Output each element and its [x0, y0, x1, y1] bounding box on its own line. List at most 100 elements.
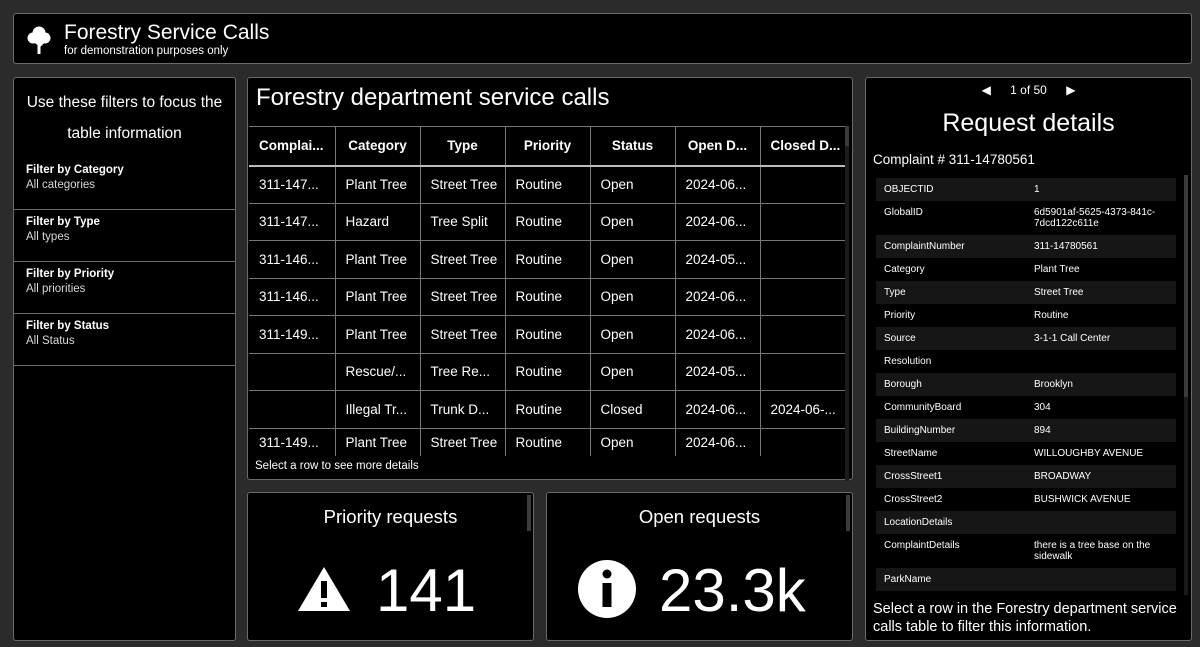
table-cell [759, 203, 849, 241]
attribute-row: LocationDetails [876, 511, 1176, 534]
table-cell: 2024-06-... [759, 390, 849, 429]
table-row[interactable]: Rescue/... Tree Re... Routine Open 2024-05..… [249, 353, 849, 391]
table-row[interactable]: 311-149... Plant Tree Street Tree Routine Op… [249, 428, 849, 456]
attribute-key: Category [884, 264, 925, 275]
attribute-value: Routine [1034, 310, 1069, 321]
details-scrollbar-thumb[interactable] [1184, 175, 1188, 397]
attribute-key: LocationDetails [884, 517, 953, 528]
table-cell: Tree Split [419, 203, 505, 241]
table-cell: Plant Tree [334, 240, 420, 279]
details-footer-hint: Select a row in the Forestry department … [873, 601, 1177, 635]
table-cell: Open [589, 315, 675, 354]
table-cell: Routine [504, 203, 590, 241]
table-cell: 2024-06... [674, 165, 760, 204]
column-header-type[interactable]: Type [419, 126, 505, 167]
table-row[interactable]: Illegal Tr... Trunk D... Routine Closed 2024… [249, 390, 849, 429]
table-cell: Routine [504, 240, 590, 279]
table-cell [759, 278, 849, 316]
table-cell: 311-147... [249, 165, 335, 204]
priority-requests-card: Priority requests 141 [247, 492, 534, 641]
attribute-value: 3-1-1 Call Center [1034, 333, 1111, 344]
table-cell: Open [589, 203, 675, 241]
pager: ◀ 1 of 50 ▶ [866, 83, 1191, 97]
details-scrollbar[interactable] [1184, 175, 1188, 595]
attribute-row: Category Plant Tree [876, 258, 1176, 281]
table-cell: Street Tree [419, 428, 505, 456]
column-header-closed-date[interactable]: Closed D... [759, 126, 849, 167]
table-cell: Closed [589, 390, 675, 429]
open-requests-card: Open requests 23.3k [546, 492, 853, 641]
filter-category-value[interactable]: All categories [26, 179, 223, 191]
filter-priority-value[interactable]: All priorities [26, 283, 223, 295]
filter-category-label: Filter by Category [26, 164, 124, 176]
attribute-key: StreetName [884, 448, 938, 459]
attribute-row: OBJECTID 1 [876, 178, 1176, 201]
table-cell: Plant Tree [334, 278, 420, 316]
table-cell: Open [589, 240, 675, 279]
pager-label: 1 of 50 [1010, 83, 1047, 97]
filters-panel: Use these filters to focus the table inf… [13, 77, 236, 641]
service-calls-table: Complai... Category Type Priority Status… [249, 126, 849, 456]
filter-type-value[interactable]: All types [26, 231, 223, 243]
priority-card-scrollbar[interactable] [527, 495, 531, 531]
table-row[interactable]: 311-147... Hazard Tree Split Routine Open 202… [249, 203, 849, 241]
filter-status-value[interactable]: All Status [26, 335, 223, 347]
attribute-key: Source [884, 333, 916, 344]
table-scrollbar-thumb[interactable] [845, 126, 849, 146]
filter-priority[interactable]: Filter by Priority All priorities [14, 262, 235, 314]
table-cell: Rescue/... [334, 353, 420, 391]
column-header-category[interactable]: Category [334, 126, 420, 167]
filters-intro: Use these filters to focus the table inf… [26, 94, 223, 142]
attribute-row: BuildingNumber 894 [876, 419, 1176, 442]
attribute-row: GlobalID 6d5901af-5625-4373-841c-7dcd122c… [876, 201, 1176, 235]
attribute-row: CrossStreet2 BUSHWICK AVENUE [876, 488, 1176, 511]
attribute-value: Street Tree [1034, 287, 1084, 298]
table-row[interactable]: 311-147... Plant Tree Street Tree Routine Op… [249, 165, 849, 204]
attribute-row: StreetName WILLOUGHBY AVENUE [876, 442, 1176, 465]
details-subtitle: Complaint # 311-14780561 [873, 152, 1035, 167]
open-requests-title: Open requests [638, 506, 761, 527]
table-cell [249, 353, 335, 391]
attribute-list: OBJECTID 1 GlobalID 6d5901af-5625-4373-841c… [876, 178, 1176, 593]
attribute-value [1034, 517, 1168, 528]
filter-type-label: Filter by Type [26, 216, 100, 228]
filter-category[interactable]: Filter by Category All categories [14, 158, 235, 210]
table-footer-hint: Select a row to see more details [255, 460, 419, 472]
attribute-value: WILLOUGHBY AVENUE [1034, 448, 1144, 459]
table-cell: Open [589, 353, 675, 391]
table-row[interactable]: 311-146... Plant Tree Street Tree Routine Op… [249, 240, 849, 279]
next-page-icon[interactable]: ▶ [1066, 83, 1075, 97]
filter-status[interactable]: Filter by Status All Status [14, 314, 235, 366]
table-cell: Open [589, 428, 675, 456]
table-cell: Street Tree [419, 278, 505, 316]
info-icon [578, 560, 636, 618]
attribute-value: there is a tree base on the sidewalk [1034, 540, 1151, 562]
table-cell [759, 353, 849, 391]
table-cell: Tree Re... [419, 353, 505, 391]
table-cell: 2024-05... [674, 353, 760, 391]
prev-page-icon[interactable]: ◀ [982, 83, 991, 97]
table-cell: 311-146... [249, 278, 335, 316]
attribute-key: Borough [884, 379, 922, 390]
filter-type[interactable]: Filter by Type All types [14, 210, 235, 262]
priority-requests-value: 141 [376, 557, 477, 624]
attribute-value: BROADWAY [1034, 471, 1092, 482]
open-card-scrollbar[interactable] [846, 495, 850, 531]
filter-priority-label: Filter by Priority [26, 268, 115, 280]
warning-icon [298, 567, 350, 611]
column-header-priority[interactable]: Priority [504, 126, 590, 167]
column-header-open-date[interactable]: Open D... [674, 126, 760, 167]
table-row[interactable]: 311-149... Plant Tree Street Tree Routine Op… [249, 315, 849, 354]
attribute-value: BUSHWICK AVENUE [1034, 494, 1131, 505]
priority-requests-title: Priority requests [323, 506, 458, 527]
table-cell: Routine [504, 428, 590, 456]
table-cell: Routine [504, 165, 590, 204]
table-row[interactable]: 311-146... Plant Tree Street Tree Routine Op… [249, 278, 849, 316]
app-header: Forestry Service Calls for demonstration… [13, 13, 1192, 64]
attribute-key: CommunityBoard [884, 402, 962, 413]
table-scrollbar[interactable] [845, 126, 849, 481]
column-header-status[interactable]: Status [589, 126, 675, 167]
attribute-row: Type Street Tree [876, 281, 1176, 304]
table-cell: Street Tree [419, 240, 505, 279]
column-header-complaint[interactable]: Complai... [249, 126, 335, 167]
